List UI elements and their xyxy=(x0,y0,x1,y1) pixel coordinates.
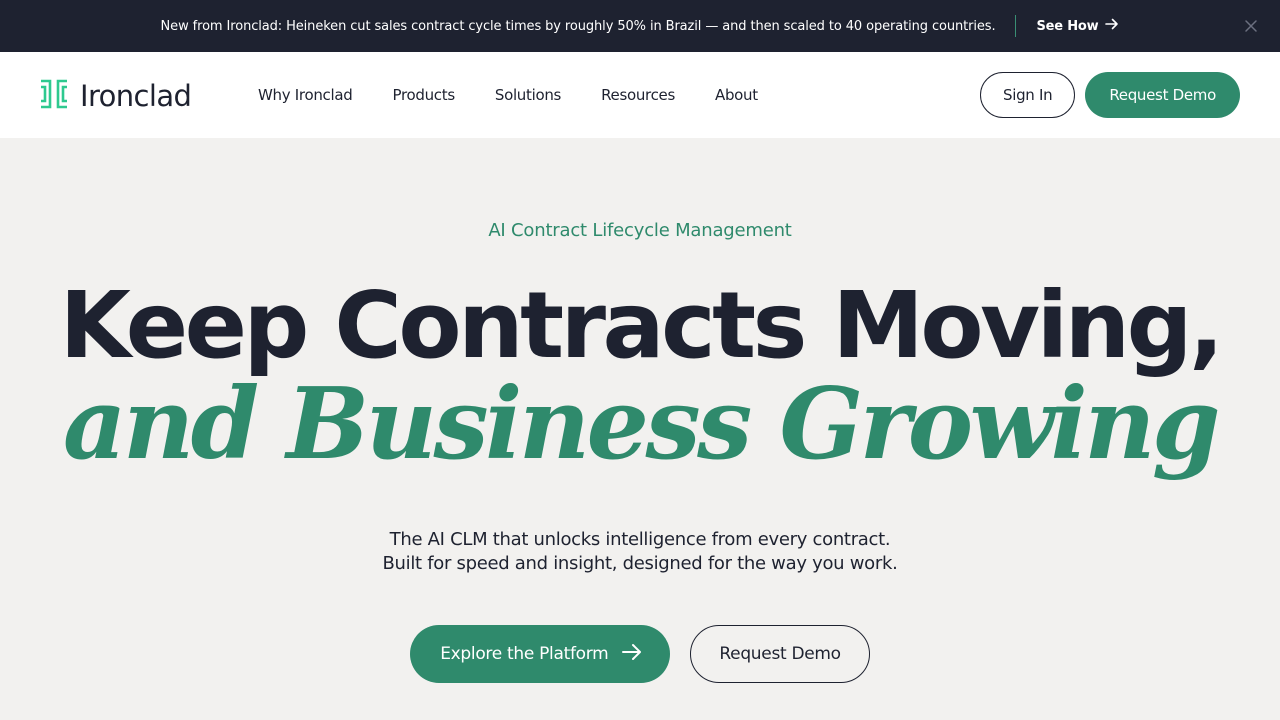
explore-platform-label: Explore the Platform xyxy=(440,644,609,664)
hero-headline-line1: Keep Contracts Moving, xyxy=(59,272,1224,379)
nav-item-solutions[interactable]: Solutions xyxy=(495,86,562,104)
arrow-right-icon xyxy=(1105,17,1119,35)
announcement-divider xyxy=(1015,15,1017,37)
sign-in-button[interactable]: Sign In xyxy=(980,72,1076,118)
hero-subtext-line2: Built for speed and insight, designed fo… xyxy=(382,553,898,574)
request-demo-button[interactable]: Request Demo xyxy=(1085,72,1240,118)
nav-actions: Sign In Request Demo xyxy=(980,72,1240,118)
hero-cta-row: Explore the Platform Request Demo xyxy=(0,625,1280,683)
logo-wordmark: Ironclad xyxy=(80,79,192,113)
hero-eyebrow: AI Contract Lifecycle Management xyxy=(488,220,792,241)
hero-subtext: The AI CLM that unlocks intelligence fro… xyxy=(0,528,1280,576)
hero-headline-line2: and Business Growing xyxy=(63,367,1221,482)
nav-item-why-ironclad[interactable]: Why Ironclad xyxy=(258,86,353,104)
close-icon[interactable] xyxy=(1238,13,1264,39)
ironclad-logo[interactable]: Ironclad xyxy=(40,79,192,113)
see-how-link[interactable]: See How xyxy=(1036,17,1119,35)
announcement-bar: New from Ironclad: Heineken cut sales co… xyxy=(0,0,1280,52)
nav-item-about[interactable]: About xyxy=(715,86,758,104)
nav-item-products[interactable]: Products xyxy=(392,86,455,104)
hero-subtext-line1: The AI CLM that unlocks intelligence fro… xyxy=(389,529,891,550)
explore-platform-button[interactable]: Explore the Platform xyxy=(410,625,671,683)
hero-section: AI Contract Lifecycle Management Keep Co… xyxy=(0,138,1280,720)
announcement-message: New from Ironclad: Heineken cut sales co… xyxy=(160,18,996,34)
arrow-right-icon xyxy=(622,643,642,666)
primary-nav: Why Ironclad Products Solutions Resource… xyxy=(258,52,758,138)
nav-item-resources[interactable]: Resources xyxy=(601,86,675,104)
main-navbar: Ironclad Why Ironclad Products Solutions… xyxy=(0,52,1280,138)
ironclad-logo-icon xyxy=(40,79,68,113)
see-how-label: See How xyxy=(1036,18,1099,34)
hero-request-demo-button[interactable]: Request Demo xyxy=(690,625,870,683)
